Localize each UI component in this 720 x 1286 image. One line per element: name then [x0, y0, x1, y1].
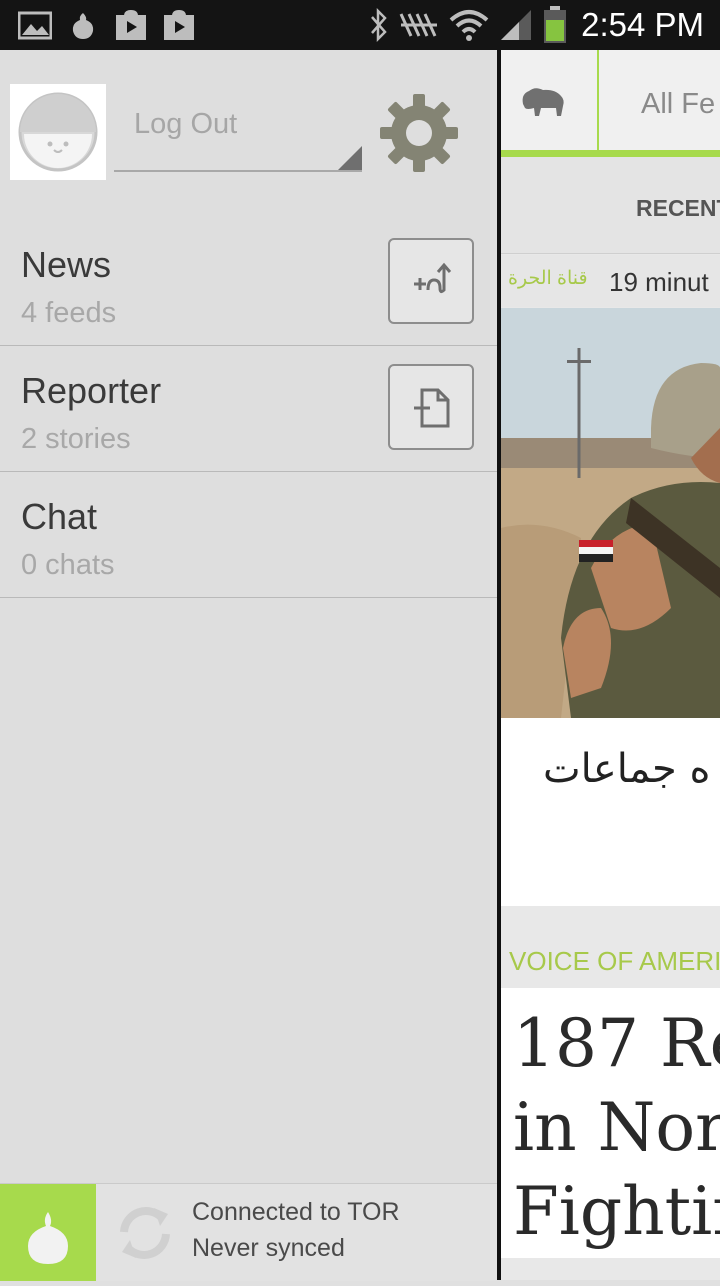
story-card[interactable]: ه جماعات — [501, 718, 720, 906]
add-feed-button[interactable] — [388, 238, 474, 324]
store-notification-icon — [164, 10, 194, 40]
story-title: ه جماعات — [543, 746, 711, 792]
drawer-item-title: Reporter — [21, 370, 162, 411]
clock: 2:54 PM — [581, 6, 704, 43]
navigation-drawer: Log Out News 4 feeds Reporter 2 stories … — [0, 50, 497, 1281]
accent-underline — [501, 150, 720, 157]
drawer-item-title: News — [21, 244, 112, 285]
story-image[interactable] — [501, 308, 720, 718]
battery-icon — [544, 6, 567, 43]
drawer-item-reporter[interactable]: Reporter 2 stories — [0, 346, 497, 472]
action-bar: All Fe — [501, 50, 720, 153]
app-home-button[interactable] — [501, 50, 599, 150]
onion-notification-icon — [72, 13, 94, 39]
drawer-item-subtitle: 0 chats — [21, 549, 115, 581]
drawer-item-subtitle: 4 feeds — [21, 297, 117, 329]
main-content-panel[interactable]: All Fe RECENT قناة الحرة 19 minut ه جما — [501, 50, 720, 1280]
spinner-arrow-icon — [338, 146, 362, 170]
status-bar: 2:54 PM — [0, 0, 720, 50]
story-time: 19 minut — [609, 267, 709, 297]
tab-recent[interactable]: RECENT — [636, 195, 720, 222]
story-source: قناة الحرة — [508, 268, 588, 289]
play-store-notification-icon — [116, 10, 146, 40]
story-source-row: VOICE OF AMERIC — [501, 908, 720, 988]
new-story-button[interactable] — [388, 364, 474, 450]
drawer-item-news[interactable]: News 4 feeds — [0, 220, 497, 346]
bison-logo-icon — [522, 88, 564, 116]
drawer-footer: Connected to TOR Never synced — [0, 1183, 497, 1281]
story-meta: قناة الحرة 19 minut — [501, 255, 720, 307]
avatar-face-icon — [18, 92, 98, 172]
avatar[interactable] — [10, 84, 106, 180]
drawer-item-subtitle: 2 stories — [21, 423, 131, 455]
settings-gear-icon[interactable] — [378, 92, 460, 174]
signal-icon — [501, 10, 532, 40]
onion-icon — [28, 1212, 68, 1264]
account-spinner-label: Log Out — [134, 108, 238, 140]
drawer-item-chat[interactable]: Chat 0 chats — [0, 472, 497, 598]
bluetooth-icon — [371, 8, 387, 42]
add-feed-icon — [414, 262, 452, 294]
story-title: 187 Re in Nor Fightin — [513, 1005, 720, 1250]
wifi-icon — [449, 10, 489, 41]
feed-selector[interactable]: All Fe — [641, 88, 715, 121]
new-story-icon — [414, 388, 450, 428]
tor-toggle-button[interactable] — [0, 1184, 96, 1281]
tab-bar: RECENT — [501, 157, 720, 254]
sync-icon[interactable] — [110, 1198, 180, 1268]
story-card[interactable]: 187 Re in Nor Fightin — [501, 988, 720, 1258]
gallery-notification-icon — [18, 11, 52, 40]
connection-status: Connected to TOR — [192, 1198, 400, 1226]
account-spinner[interactable]: Log Out — [114, 98, 362, 172]
sync-status: Never synced — [192, 1234, 345, 1262]
drawer-item-title: Chat — [21, 496, 98, 537]
story-source: VOICE OF AMERIC — [509, 946, 720, 976]
nfc-icon — [399, 13, 438, 37]
